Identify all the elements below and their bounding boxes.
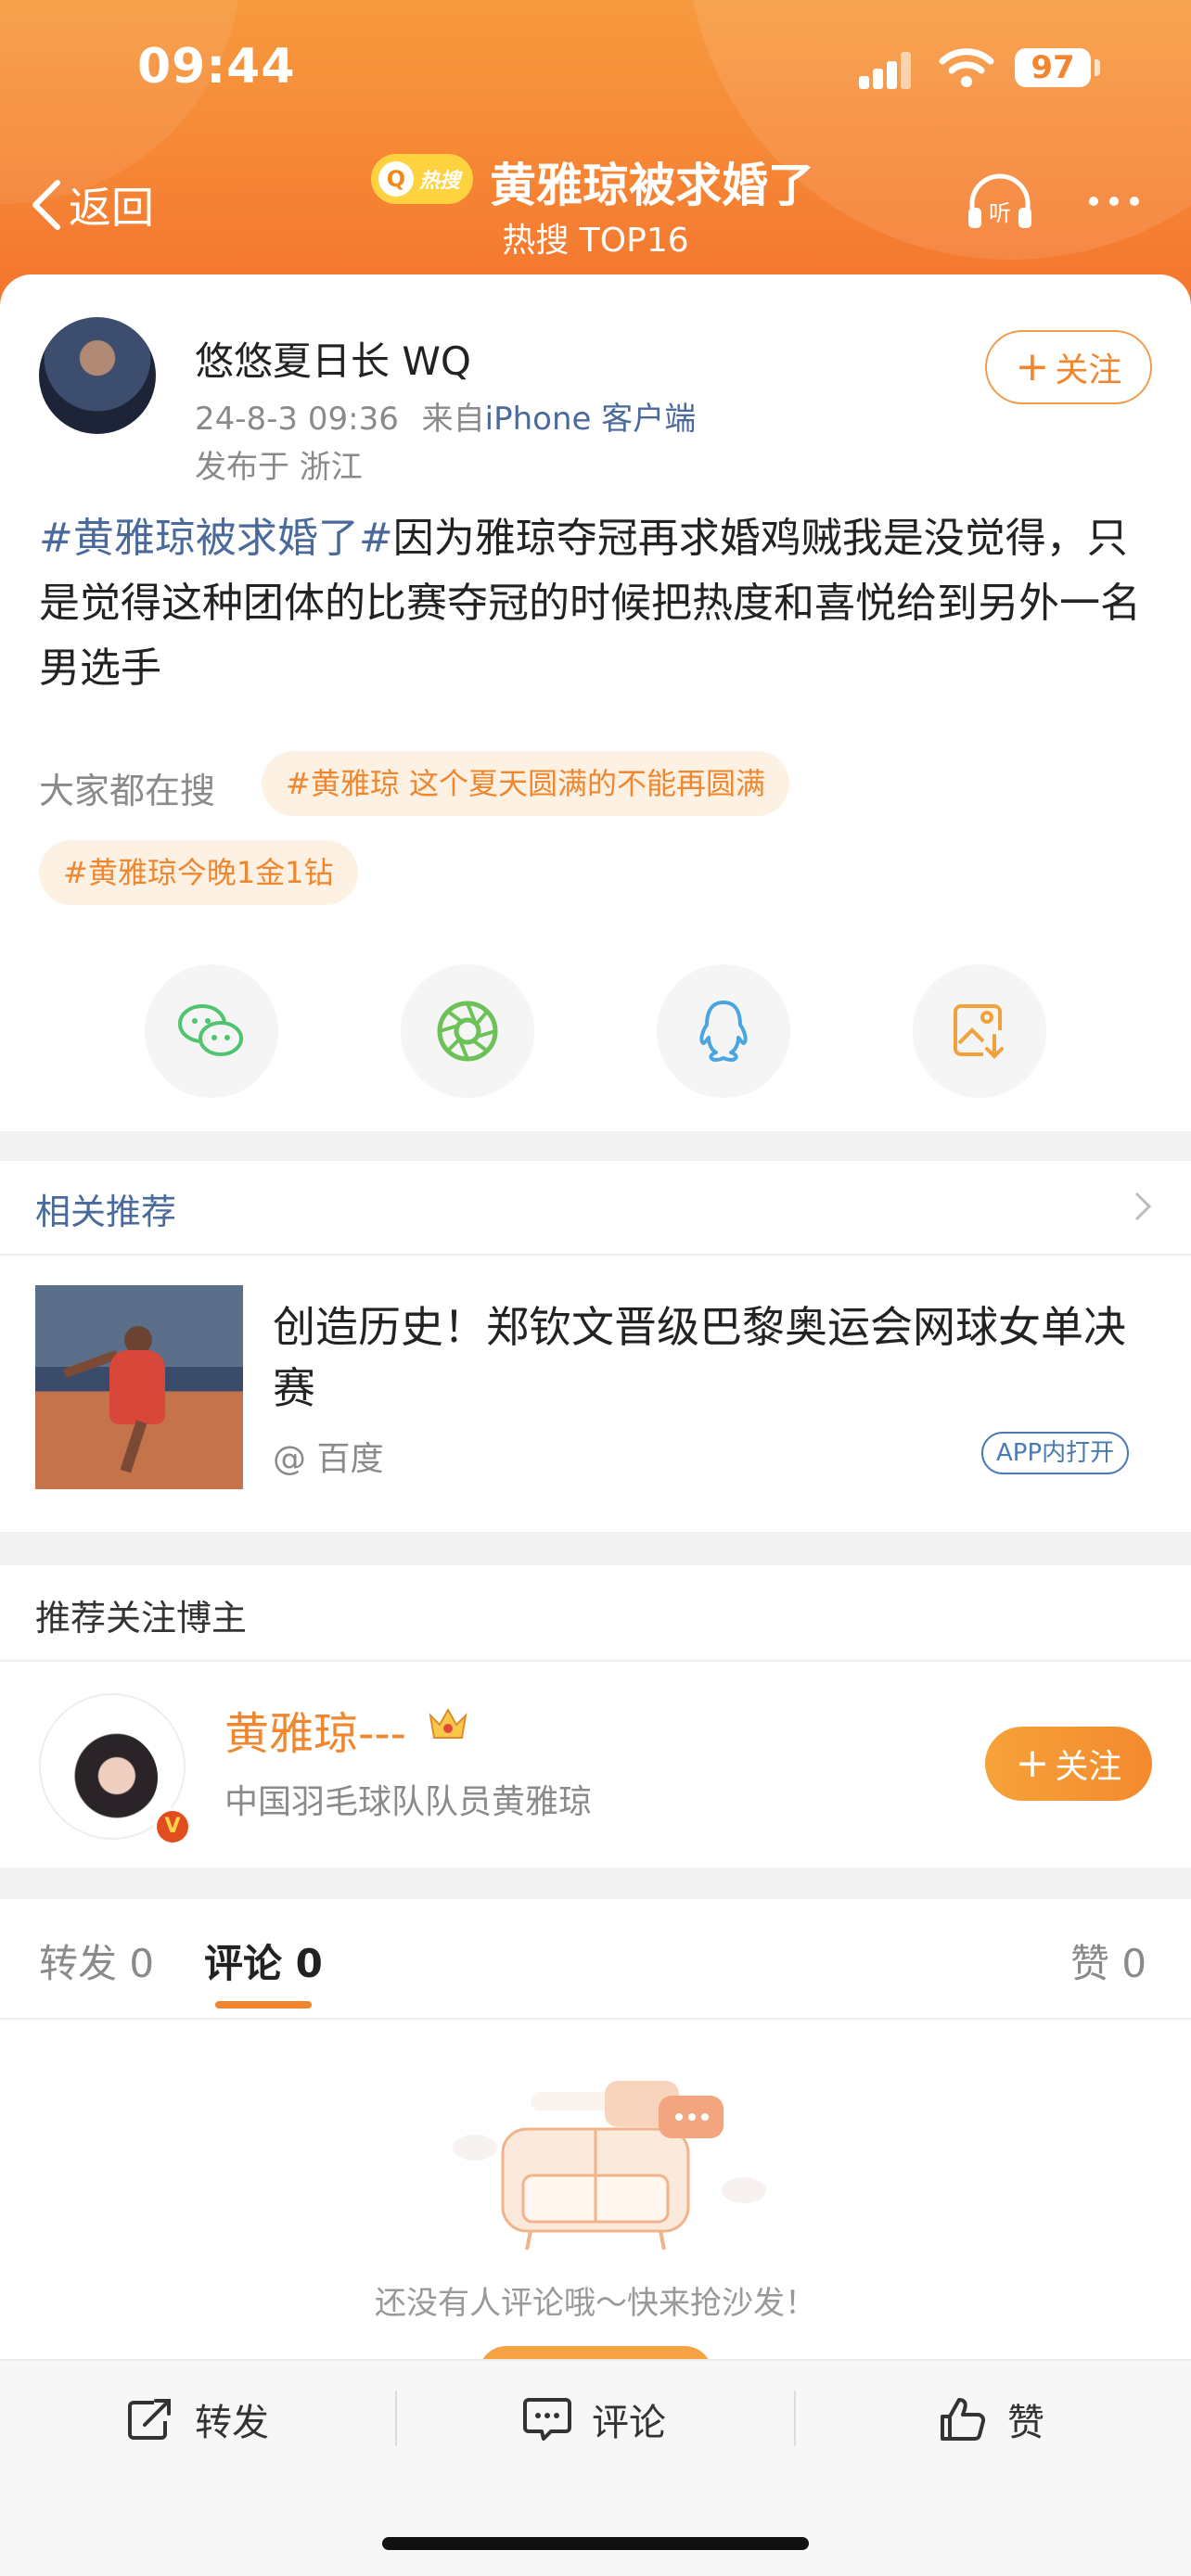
verified-icon: V	[154, 1808, 191, 1845]
share-qq-button[interactable]	[657, 964, 790, 1098]
trending-chip[interactable]: #黄雅琼今晚1金1钻	[39, 840, 358, 905]
comment-icon	[523, 2398, 571, 2441]
chevron-right-icon[interactable]	[1133, 1191, 1152, 1222]
home-indicator	[382, 2537, 809, 2550]
like-button[interactable]: 赞	[939, 2392, 1044, 2446]
divider	[0, 2018, 1191, 2020]
tab-repost[interactable]: 转发 0	[39, 1932, 154, 1989]
post-meta: 24-8-3 09:36 来自iPhone 客户端	[195, 401, 697, 438]
svg-text:听: 听	[989, 200, 1011, 226]
repost-button[interactable]: 转发	[126, 2392, 269, 2446]
more-icon[interactable]	[1089, 197, 1139, 206]
open-in-app-button[interactable]: APP内打开	[981, 1432, 1130, 1474]
trending-chip[interactable]: #黄雅琼 这个夏天圆满的不能再圆满	[262, 751, 789, 816]
tab-comment[interactable]: 评论 0	[204, 1932, 323, 1989]
save-image-button[interactable]	[913, 964, 1046, 1098]
hashtag-link[interactable]: #黄雅琼被求婚了#	[39, 515, 393, 562]
blogger-name[interactable]: 黄雅琼---	[224, 1697, 406, 1762]
wechat-icon	[178, 1004, 243, 1056]
related-header[interactable]: 相关推荐	[35, 1183, 176, 1234]
plus-icon: +	[1015, 1740, 1050, 1787]
signal-icon	[859, 52, 918, 89]
thumbs-up-icon	[941, 2398, 986, 2441]
crown-icon	[429, 1707, 467, 1739]
wifi-icon	[939, 48, 994, 87]
divider	[395, 2391, 397, 2446]
search-icon: Q	[378, 161, 414, 197]
source-link[interactable]: iPhone 客户端	[485, 401, 697, 438]
save-image-icon	[954, 1004, 1004, 1059]
recommend-header: 推荐关注博主	[35, 1598, 248, 1639]
follow-blogger-button[interactable]: + 关注	[985, 1727, 1152, 1801]
battery-icon: 97	[1015, 48, 1091, 87]
divider	[0, 1254, 1191, 1256]
sofa-illustration	[453, 2081, 766, 2251]
trending-label: 大家都在搜	[39, 771, 216, 811]
active-tab-indicator	[215, 2001, 312, 2009]
status-time: 09:44	[137, 39, 296, 95]
listen-icon[interactable]: 听	[965, 172, 1035, 232]
repost-icon	[128, 2399, 171, 2440]
post-location: 发布于 浙江	[195, 449, 363, 486]
empty-comments-text: 还没有人评论哦～快来抢沙发！	[375, 2285, 816, 2322]
tab-like[interactable]: 赞 0	[1070, 1932, 1146, 1989]
share-moments-button[interactable]	[401, 964, 534, 1098]
hot-search-badge: Q 热搜	[371, 154, 473, 204]
battery-tip	[1095, 59, 1100, 76]
qq-icon	[699, 1001, 748, 1062]
related-title[interactable]: 创造历史！郑钦文晋级巴黎奥运会网球女单决赛	[273, 1296, 1154, 1419]
related-thumbnail[interactable]	[35, 1285, 243, 1489]
related-source: @ 百度	[273, 1440, 384, 1478]
blogger-description: 中国羽毛球队队员黄雅琼	[224, 1783, 593, 1821]
follow-button[interactable]: + 关注	[985, 330, 1152, 404]
page-title: 黄雅琼被求婚了	[490, 159, 814, 212]
comment-button[interactable]: 评论	[523, 2392, 666, 2446]
plus-icon: +	[1015, 343, 1050, 390]
moments-icon	[437, 1001, 498, 1062]
share-wechat-button[interactable]	[145, 964, 278, 1098]
divider	[0, 1660, 1191, 1662]
post-text: #黄雅琼被求婚了#因为雅琼夺冠再求婚鸡贼我是没觉得，只是觉得这种团体的比赛夺冠的…	[39, 515, 1141, 692]
avatar[interactable]	[39, 317, 156, 434]
author-name[interactable]: 悠悠夏日长 WQ	[195, 330, 471, 387]
divider	[794, 2391, 796, 2446]
